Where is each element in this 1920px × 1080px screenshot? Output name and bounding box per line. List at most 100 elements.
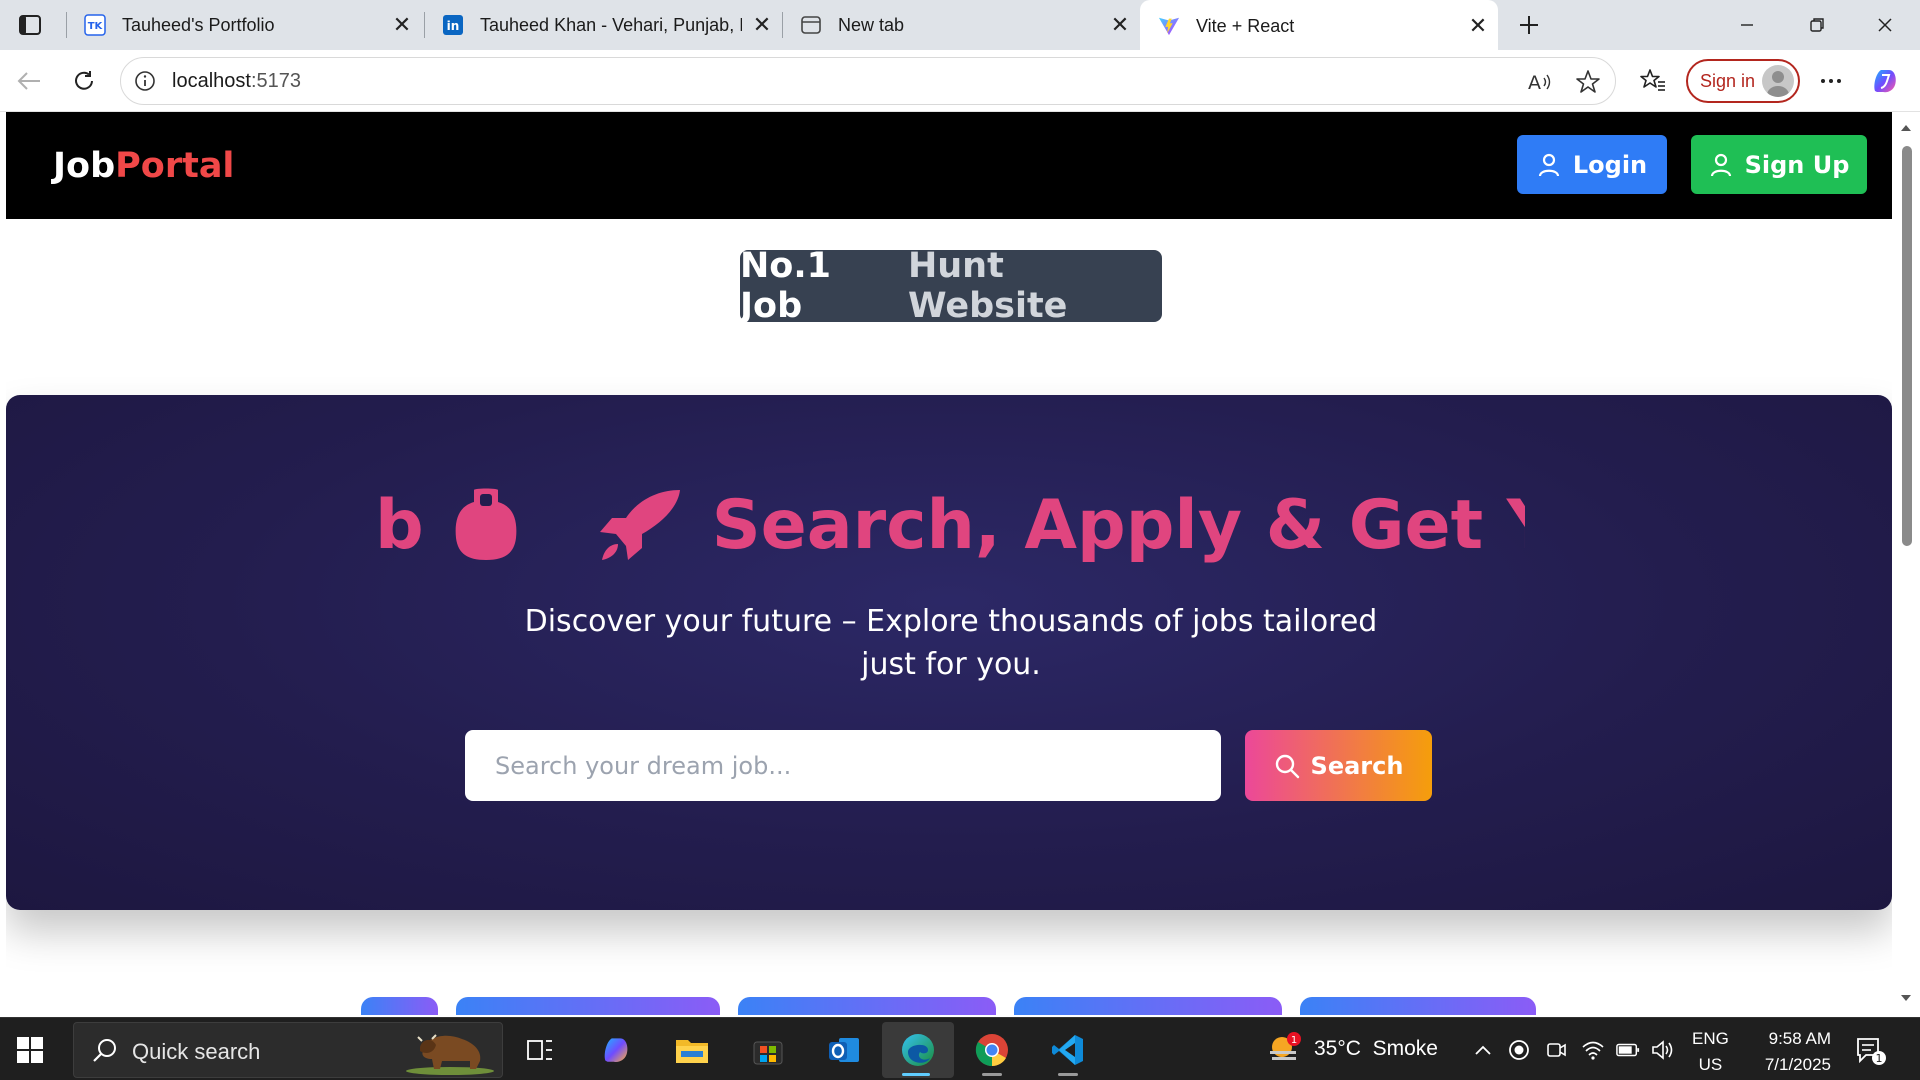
browser-sign-in-button[interactable]: Sign in xyxy=(1686,59,1800,103)
url-text: localhost:5173 xyxy=(172,70,301,93)
page-viewport: JobPortal Login Sign Up No.1 Job Hunt We… xyxy=(6,112,1892,1015)
search-button[interactable]: Search xyxy=(1245,730,1432,801)
tab-vite-react[interactable]: Vite + React ✕ xyxy=(1140,0,1498,52)
refresh-icon[interactable] xyxy=(65,62,103,100)
logo-part1: Job xyxy=(53,146,116,186)
file-explorer-icon[interactable] xyxy=(658,1022,726,1078)
task-view-icon[interactable] xyxy=(506,1022,574,1078)
headline-badge: No.1 Job Hunt Website xyxy=(740,246,1162,326)
search-button-label: Search xyxy=(1310,751,1404,780)
taskbar-search-label: Quick search xyxy=(132,1039,261,1064)
marquee-track: b Search, Apply & Get Y xyxy=(375,485,1525,565)
tab-portfolio[interactable]: TK Tauheed's Portfolio ✕ xyxy=(66,0,422,50)
favorites-icon[interactable] xyxy=(1634,62,1672,100)
windows-start-icon[interactable] xyxy=(16,1036,44,1064)
record-icon[interactable] xyxy=(1507,1038,1531,1062)
minimize-icon[interactable] xyxy=(1712,0,1782,50)
restore-icon[interactable] xyxy=(1782,0,1852,50)
search-icon xyxy=(1275,754,1299,778)
input-language-indicator[interactable]: ENG US xyxy=(1692,1026,1729,1078)
category-chip[interactable] xyxy=(1300,997,1536,1015)
close-tab-icon[interactable]: ✕ xyxy=(742,5,782,45)
site-navbar: JobPortal Login Sign Up xyxy=(6,112,1892,219)
tab-newtab[interactable]: New tab ✕ xyxy=(782,0,1140,50)
chrome-icon[interactable] xyxy=(958,1022,1026,1078)
browser-tab-strip: TK Tauheed's Portfolio ✕ in Tauheed Khan… xyxy=(0,0,1920,52)
tab-actions-icon[interactable] xyxy=(14,10,46,40)
weather-hazy-sun-icon: 1 xyxy=(1270,1032,1301,1060)
category-chip[interactable] xyxy=(738,997,996,1015)
favorite-star-icon[interactable] xyxy=(1575,69,1601,95)
logo-part2: Portal xyxy=(115,146,235,186)
clock-time: 9:58 AM xyxy=(1768,1029,1831,1048)
site-info-icon[interactable] xyxy=(133,69,157,93)
close-window-icon[interactable] xyxy=(1850,0,1920,50)
notifications-icon[interactable]: 1 xyxy=(1855,1036,1887,1066)
address-bar[interactable]: localhost:5173 A xyxy=(120,57,1616,105)
back-arrow-icon[interactable] xyxy=(10,62,48,100)
category-chip[interactable] xyxy=(361,997,438,1015)
hero-marquee: b Search, Apply & Get Y xyxy=(375,485,1525,565)
vscode-icon[interactable] xyxy=(1034,1022,1102,1078)
profile-avatar-icon xyxy=(1762,65,1794,97)
clock-date: 7/1/2025 xyxy=(1764,1055,1831,1074)
svg-text:A: A xyxy=(1528,72,1541,94)
login-button[interactable]: Login xyxy=(1517,135,1667,194)
badge-text-secondary: Hunt Website xyxy=(907,246,1068,326)
microsoft-store-icon[interactable] xyxy=(734,1022,802,1078)
scrollbar-thumb[interactable] xyxy=(1902,146,1912,546)
newtab-icon xyxy=(800,14,822,36)
marquee-headline: Search, Apply & Get Y xyxy=(711,485,1525,565)
login-label: Login xyxy=(1572,150,1648,179)
windows-taskbar: Quick search 1 35°C Smoke ENG US 9:58 AM… xyxy=(0,1017,1920,1080)
taskbar-clock[interactable]: 9:58 AM 7/1/2025 xyxy=(1745,1026,1831,1078)
svg-text:in: in xyxy=(447,19,460,33)
weather-widget[interactable]: 1 35°C Smoke xyxy=(1266,1026,1438,1072)
edge-browser-icon[interactable] xyxy=(882,1022,954,1078)
tab-title: Tauheed Khan - Vehari, Punjab, Pa xyxy=(480,14,742,35)
region-code: US xyxy=(1698,1055,1723,1074)
close-tab-icon[interactable]: ✕ xyxy=(1458,6,1498,46)
notification-count: 1 xyxy=(1876,1052,1883,1065)
hero-tagline: Discover your future – Explore thousands… xyxy=(524,604,1378,682)
category-chip[interactable] xyxy=(1014,997,1282,1015)
browser-toolbar: localhost:5173 A Sign in xyxy=(0,50,1920,112)
outlook-icon[interactable] xyxy=(810,1022,878,1078)
search-icon xyxy=(93,1039,116,1062)
scroll-down-icon[interactable] xyxy=(1900,992,1912,1004)
tab-linkedin[interactable]: in Tauheed Khan - Vehari, Punjab, Pa ✕ xyxy=(424,0,782,50)
chevron-up-icon[interactable] xyxy=(1471,1038,1495,1062)
site-logo[interactable]: JobPortal xyxy=(53,146,234,186)
wifi-icon[interactable] xyxy=(1581,1038,1605,1062)
copilot-app-icon[interactable] xyxy=(582,1022,650,1078)
weather-badge-count: 1 xyxy=(1291,1035,1297,1046)
job-search-input[interactable] xyxy=(465,730,1221,801)
tab-title: New tab xyxy=(838,14,905,35)
hero-section: b Search, Apply & Get Y Discover your fu… xyxy=(6,395,1892,910)
signup-label: Sign Up xyxy=(1744,150,1850,179)
rocket-icon xyxy=(599,490,680,560)
volume-icon[interactable] xyxy=(1651,1038,1675,1062)
close-tab-icon[interactable]: ✕ xyxy=(1100,5,1140,45)
scroll-up-icon[interactable] xyxy=(1900,122,1912,134)
new-tab-icon[interactable] xyxy=(1512,8,1546,42)
more-options-icon[interactable] xyxy=(1812,62,1850,100)
category-chip[interactable] xyxy=(456,997,720,1015)
language-code: ENG xyxy=(1692,1029,1729,1048)
vite-icon xyxy=(1158,15,1180,37)
page-scrollbar[interactable] xyxy=(1892,112,1920,1015)
marquee-fragment: b xyxy=(375,485,424,565)
tab-title: Tauheed's Portfolio xyxy=(122,14,275,35)
copilot-icon[interactable] xyxy=(1866,62,1904,100)
read-aloud-icon[interactable]: A xyxy=(1527,69,1553,95)
meet-now-icon[interactable] xyxy=(1544,1038,1568,1062)
url-host: localhost xyxy=(172,70,251,92)
linkedin-icon: in xyxy=(442,14,464,36)
close-tab-icon[interactable]: ✕ xyxy=(382,5,422,45)
signup-button[interactable]: Sign Up xyxy=(1691,135,1867,194)
taskbar-search-box[interactable]: Quick search xyxy=(73,1022,503,1078)
battery-icon[interactable] xyxy=(1616,1038,1640,1062)
portfolio-icon: TK xyxy=(84,14,106,36)
weather-text: 35°C Smoke xyxy=(1314,1037,1438,1060)
badge-text-main: No.1 Job xyxy=(740,246,831,326)
